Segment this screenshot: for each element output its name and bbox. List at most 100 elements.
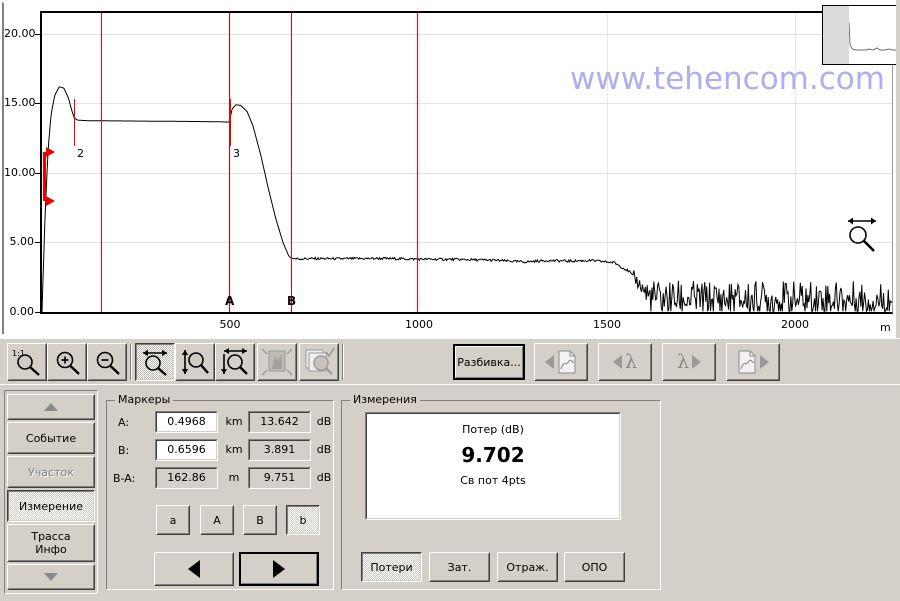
measurement-display: Потер (dB) 9.702 Св пот 4pts xyxy=(365,412,621,520)
y-tick-label: 0.00 xyxy=(9,305,35,318)
chevron-right-icon xyxy=(760,355,769,369)
measurement-caption: Потер (dB) xyxy=(462,423,524,436)
cursor-line-a[interactable] xyxy=(101,13,102,312)
y-tick-label: 10.00 xyxy=(4,166,36,179)
sidebar-item-event[interactable]: Событие xyxy=(7,422,95,454)
sidebar-item-label: Измерение xyxy=(18,499,83,513)
zoom-both-axes-button[interactable] xyxy=(215,343,255,381)
level-marker-arrow-2[interactable] xyxy=(46,196,55,206)
y-tick-mark xyxy=(35,312,41,313)
sidebar-item-section[interactable]: Участок xyxy=(7,456,95,488)
trace-page-icon xyxy=(558,350,576,374)
trace-page-icon xyxy=(738,350,756,374)
marker-select-a-lower-label: a xyxy=(157,506,189,534)
cursor-line-b[interactable] xyxy=(417,13,418,312)
trace-graph-panel[interactable]: A B 2 3 20.00 15.00 10.00 5.00 0.00 500 1000 1500… xyxy=(0,0,900,338)
marker-delta-loss-value: 9.751 xyxy=(249,468,310,488)
marker-b-distance-input[interactable]: 0.6596 xyxy=(155,439,218,461)
chevron-down-icon xyxy=(44,573,58,581)
sidebar-item-label-line2: Инфо xyxy=(35,543,67,556)
marker-select-a-lower-button[interactable]: a xyxy=(156,505,190,535)
otdr-trace-curve xyxy=(42,86,892,312)
marker-step-left-button[interactable] xyxy=(154,552,234,586)
y-tick-label: 5.00 xyxy=(9,235,35,248)
plot-area[interactable]: A B 2 3 xyxy=(40,11,893,314)
zoom-1to1-button[interactable]: 1:1 xyxy=(7,343,47,381)
prev-trace-button[interactable] xyxy=(534,343,588,381)
event-label-3: 3 xyxy=(233,147,240,160)
watermark-text: www.tehencom.com xyxy=(570,61,885,97)
sidebar-scroll-down-button[interactable] xyxy=(7,564,95,590)
marker-b-loss-value: 3.891 xyxy=(249,440,310,460)
marker-select-b-lower-button[interactable]: b xyxy=(286,505,320,535)
marker-b-loss-unit: dB xyxy=(316,443,332,456)
y-tick-mark xyxy=(35,34,41,35)
marker-b-distance-unit: km xyxy=(225,443,243,456)
cursor-label-A: A xyxy=(225,294,235,308)
bottom-control-panel: Событие Участок Измерение Трасса Инфо Ма… xyxy=(0,384,900,601)
measurement-subtext: Св пот 4pts xyxy=(460,474,526,487)
markers-group-title: Маркеры xyxy=(115,393,174,406)
marker-delta-distance-value: 162.86 xyxy=(156,468,217,488)
sidebar-item-trace-info[interactable]: Трасса Инфо xyxy=(7,524,95,562)
measurement-mode-loss-button[interactable]: Потери xyxy=(361,552,422,582)
zoom-to-event-button[interactable] xyxy=(257,343,297,381)
y-tick-label: 15.00 xyxy=(4,96,36,109)
cursor-line-B[interactable] xyxy=(291,13,292,312)
x-tick-label: 1000 xyxy=(405,318,433,331)
sidebar-item-label-line1: Трасса xyxy=(31,530,71,543)
y-tick-mark xyxy=(35,103,41,104)
measurement-mode-orl-button[interactable]: ОПО xyxy=(564,552,625,582)
chevron-left-icon xyxy=(545,355,554,369)
graph-right-edge xyxy=(896,0,900,338)
zoom-vertical-button[interactable] xyxy=(175,343,215,381)
marker-select-a-button[interactable]: A xyxy=(200,505,234,535)
next-trace-button[interactable] xyxy=(726,343,780,381)
measurement-mode-attenuation-button[interactable]: Зат. xyxy=(429,552,490,582)
triangle-right-icon xyxy=(273,560,285,578)
marker-a-distance-value: 0.4968 xyxy=(156,412,217,432)
measurement-mode-reflectance-button[interactable]: Отраж. xyxy=(497,552,558,582)
zoom-horizontal-cursor-icon xyxy=(840,215,884,255)
marker-a-label: A: xyxy=(118,416,130,429)
prev-wavelength-button[interactable]: λ xyxy=(598,343,652,381)
marker-b-loss-field: 3.891 xyxy=(248,439,311,461)
measurement-mode-reflectance-label: Отраж. xyxy=(498,553,557,581)
sidebar-scroll-up-button[interactable] xyxy=(7,394,95,420)
zoom-all-traces-button[interactable] xyxy=(299,343,339,381)
marker-delta-distance-field: 162.86 xyxy=(155,467,218,489)
measurement-mode-orl-label: ОПО xyxy=(565,553,624,581)
split-button[interactable]: Разбивка... xyxy=(453,344,525,380)
lambda-icon: λ xyxy=(624,350,638,373)
marker-select-b-lower-label: b xyxy=(287,506,319,534)
event-tick-3 xyxy=(230,99,231,146)
trace-overview-minimap[interactable] xyxy=(822,5,900,65)
x-tick-label: 500 xyxy=(219,318,241,331)
cursor-line-A[interactable] xyxy=(229,13,230,312)
event-label-2: 2 xyxy=(77,147,84,160)
measurement-mode-loss-label: Потери xyxy=(362,553,421,581)
next-wavelength-button[interactable]: λ xyxy=(662,343,716,381)
x-axis-unit-label: m xyxy=(880,321,891,334)
zoom-horizontal-button[interactable] xyxy=(135,343,175,381)
sidebar-item-measurement[interactable]: Измерение xyxy=(7,490,95,522)
marker-delta-loss-unit: dB xyxy=(316,471,332,484)
marker-b-distance-value: 0.6596 xyxy=(156,440,217,460)
minimap-viewport-highlight[interactable] xyxy=(823,6,849,64)
measurement-mode-attenuation-label: Зат. xyxy=(430,553,489,581)
zoom-in-button[interactable] xyxy=(47,343,87,381)
level-marker-stem xyxy=(43,152,46,201)
otdr-application-window: AB23 20.00 15.00 10.00 5.00 0.00 500 1000 1500… xyxy=(0,0,900,601)
level-marker-arrow-1[interactable] xyxy=(46,147,55,157)
zoom-out-button[interactable] xyxy=(87,343,127,381)
marker-a-distance-input[interactable]: 0.4968 xyxy=(155,411,218,433)
event-tick-2 xyxy=(74,99,75,146)
marker-a-loss-unit: dB xyxy=(316,415,332,428)
main-toolbar: 1:1 Разбивка... λ λ xyxy=(0,338,900,385)
marker-step-right-button[interactable] xyxy=(239,552,319,586)
marker-a-loss-field: 13.642 xyxy=(248,411,311,433)
marker-select-b-button[interactable]: B xyxy=(243,505,277,535)
measurements-group-title: Измерения xyxy=(350,393,420,406)
x-tick-label: 2000 xyxy=(781,318,809,331)
measurement-value: 9.702 xyxy=(461,443,525,467)
